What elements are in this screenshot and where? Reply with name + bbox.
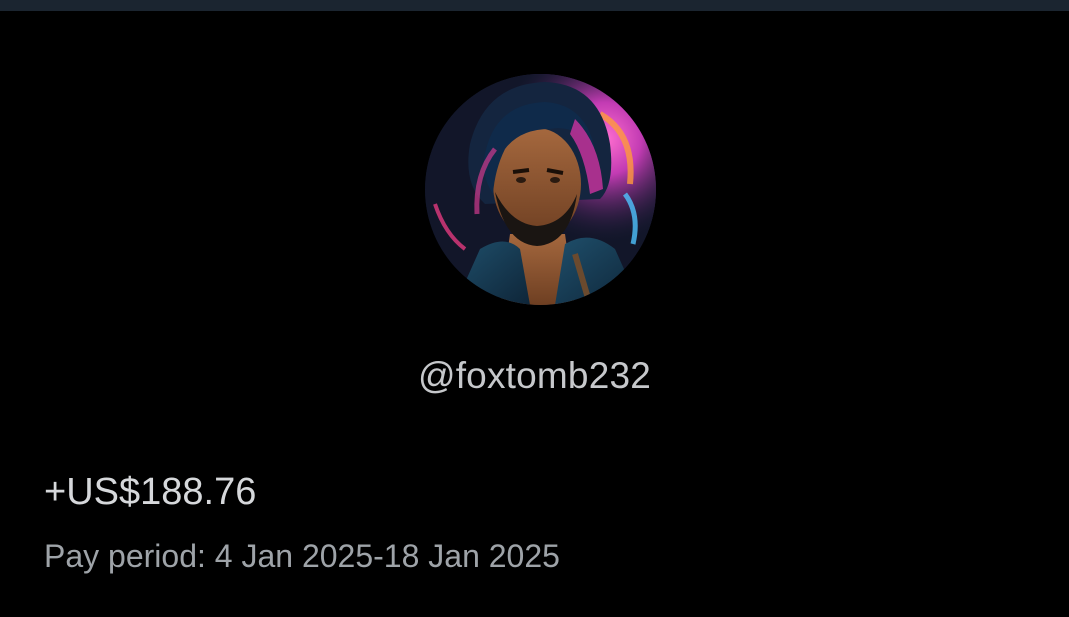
profile-handle[interactable]: @foxtomb232 (0, 354, 1069, 398)
payout-amount: +US$188.76 (44, 471, 257, 513)
top-divider-strip (0, 0, 1069, 11)
avatar-illustration (425, 74, 656, 305)
avatar[interactable] (425, 74, 656, 305)
pay-period-label: Pay period: 4 Jan 2025-18 Jan 2025 (44, 538, 560, 574)
